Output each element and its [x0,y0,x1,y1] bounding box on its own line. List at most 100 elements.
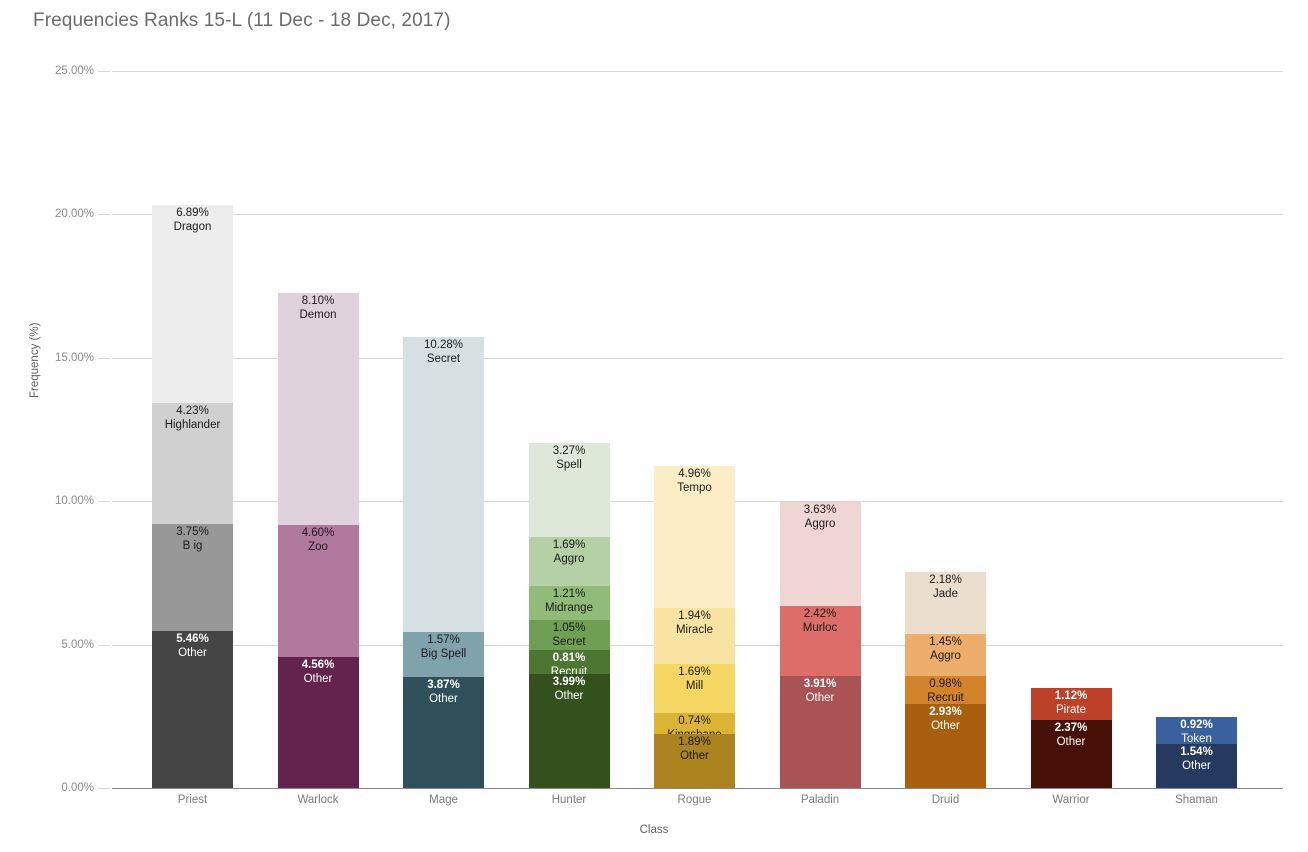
bar-segment[interactable]: 1.54% Other [1156,743,1237,788]
bar-segment-name: Kingsbane [654,728,735,734]
bar-segment-label: 1.21% Midrange [529,587,610,615]
bar-segment-name: Other [805,691,835,704]
bar-segment-name: Murloc [802,622,838,635]
bar-segment-label: 1.89% Other [654,735,735,763]
bar-segment-value: 2.37% [1054,722,1088,735]
bar-segment[interactable]: 4.60% Zoo [277,525,359,658]
bar-segment-label: 0.74%Kingsbane [654,714,735,734]
bar-segment[interactable]: 1.45% Aggro [905,634,986,676]
bar-segment-name: Recruit [550,666,588,674]
bar-segment-label: 4.96% Tempo [654,467,735,495]
y-tick-mark [98,357,110,359]
x-tick-label-rogue: Rogue [677,794,712,806]
bar-segment[interactable]: 5.46% Other [152,631,233,788]
bar-segment[interactable]: 2.93% Other [905,703,986,788]
bar-segment-value: 1.12% [1054,689,1088,702]
bar-segment-name: Other [178,647,207,660]
bar-segment[interactable]: 4.56% Other [277,657,359,788]
bar-segment[interactable]: 1.89% Other [654,733,735,788]
bar-segment-value: 4.96% [678,468,711,481]
bar-segment[interactable]: 1.57% Big Spell [403,632,484,678]
gridline-0.00 [112,788,1283,789]
bar-segment-name: Other [554,689,584,702]
gridline-20.00 [112,214,1283,216]
bar-segment[interactable]: 8.10% Demon [277,293,359,526]
bar-segment[interactable]: 0.74%Kingsbane [654,712,735,734]
bar-segment[interactable]: 4.96% Tempo [654,466,735,609]
gridline-25.00 [112,71,1283,72]
bar-segment-label: 2.42% Murloc [780,607,861,635]
bar-segment-label: 8.10% Demon [278,294,359,322]
bar-segment[interactable]: 4.23% Highlander [152,402,233,524]
bar-segment-value: 1.89% [678,735,711,748]
bar-segment-name: Pirate [1055,703,1087,716]
bar-segment-name: Other [931,719,960,732]
bar-segment-value: 1.21% [552,587,586,600]
bar-segment-value: 10.28% [423,339,463,352]
bar-warrior[interactable]: 2.37% Other 1.12% Pirate [1030,687,1112,788]
bar-segment-label: 3.27% Spell [529,444,610,472]
bar-segment[interactable]: 0.81% Recruit [528,650,610,674]
bar-segment-label: 5.46% Other [152,632,233,660]
bar-segment[interactable]: 3.75% B ig [152,523,233,632]
bar-segment[interactable]: 2.18% Jade [905,571,986,635]
bar-segment-name: Other [303,673,333,686]
bar-segment-label: 4.56% Other [278,658,359,686]
y-tick-label: 5.00% [61,638,94,651]
bar-segment[interactable]: 0.98% Recruit [905,675,986,704]
bar-segment-value: 1.69% [678,666,711,679]
bar-segment-value: 1.57% [427,634,460,646]
bar-segment[interactable]: 3.63% Aggro [779,502,861,607]
bar-segment-value: 1.94% [678,610,711,623]
bar-segment[interactable]: 10.28% Secret [403,337,484,632]
y-tick-label: 10.00% [54,495,94,508]
bar-rogue[interactable]: 1.89%Other0.74%Kingsbane 1.69%Mill 1.94%Mi… [654,466,735,788]
y-tick-label: 0.00% [61,782,94,794]
bar-mage[interactable]: 3.87% Other 1.57% Big Spell 10.28% Secret [403,337,484,788]
bar-warlock[interactable]: 4.56% Other 4.60% Zoo 8.10% Demon [277,293,359,788]
bar-segment[interactable]: 1.69% Mill [654,664,735,713]
bar-segment[interactable]: 2.42% Murloc [779,606,861,676]
bar-segment-label: 0.92% Token [1156,718,1237,743]
bar-segment-label: 4.23% Highlander [152,404,233,432]
bar-segment-value: 0.98% [929,677,962,690]
x-tick-label-druid: Druid [931,794,960,806]
bar-segment-value: 3.63% [803,504,837,517]
bar-segment-label: 4.60% Zoo [278,526,359,554]
bar-segment-label: 1.05% Secret [529,621,610,649]
bar-paladin[interactable]: 3.91% Other 2.42% Murloc 3.63% Aggro [779,502,861,788]
bar-priest[interactable]: 5.46% Other 3.75% B ig 4.23% Highlander 6.89% D… [152,204,233,788]
bar-segment-label: 1.45% Aggro [905,635,986,663]
plot-area: 0.00% 5.00% 10.00% 15.00% 20.00% 25.00% 5.46%… [55,65,1283,794]
bar-segment[interactable]: 0.92% Token [1156,717,1237,744]
x-tick-label-hunter: Hunter [551,794,587,806]
bar-segment[interactable]: 2.37% Other [1030,720,1112,788]
bar-segment[interactable]: 1.69% Aggro [528,537,610,586]
bar-segment-name: Recruit [927,691,964,704]
bar-segment-label: 1.69% Mill [654,665,735,693]
bar-shaman[interactable]: 1.54% Other 0.92% Token [1156,717,1237,788]
x-tick-label-warlock: Warlock [297,794,339,806]
bar-segment-label: 2.18% Jade [905,573,986,601]
bar-segment-label: 1.12% Pirate [1031,689,1112,717]
bar-segment[interactable]: 3.87% Other [403,677,484,788]
bar-segment[interactable]: 3.27% Spell [528,443,610,538]
bar-segment-name: Big Spell [420,648,467,660]
bar-segment-name: Secret [426,353,461,366]
bar-segment[interactable]: 3.91% Other [779,675,861,788]
bar-segment[interactable]: 6.89% Dragon [152,204,233,403]
bar-segment[interactable]: 1.05% Secret [528,620,610,651]
bar-hunter[interactable]: 3.99% Other 0.81% Recruit 1.05% Secret 1.21% Mi… [528,443,610,788]
bar-segment[interactable]: 3.99% Other [528,673,610,788]
bar-segment[interactable]: 1.94% Miracle [654,608,735,665]
bar-segment[interactable]: 1.12% Pirate [1030,687,1112,721]
bar-segment-value: 8.10% [301,295,335,307]
bar-segment-label: 1.94% Miracle [654,609,735,637]
bar-segment-value: 1.69% [552,539,586,552]
y-tick-mark [98,788,110,789]
bar-druid[interactable]: 2.93% Other 0.98% Recruit 1.45% Aggro 2.18% Jad… [905,571,986,788]
bar-segment-name: Aggro [553,553,585,566]
bar-segment[interactable]: 1.21% Midrange [528,585,610,621]
bar-segment-label: 2.93% Other [905,705,986,733]
bar-segment-name: Tempo [677,482,712,495]
